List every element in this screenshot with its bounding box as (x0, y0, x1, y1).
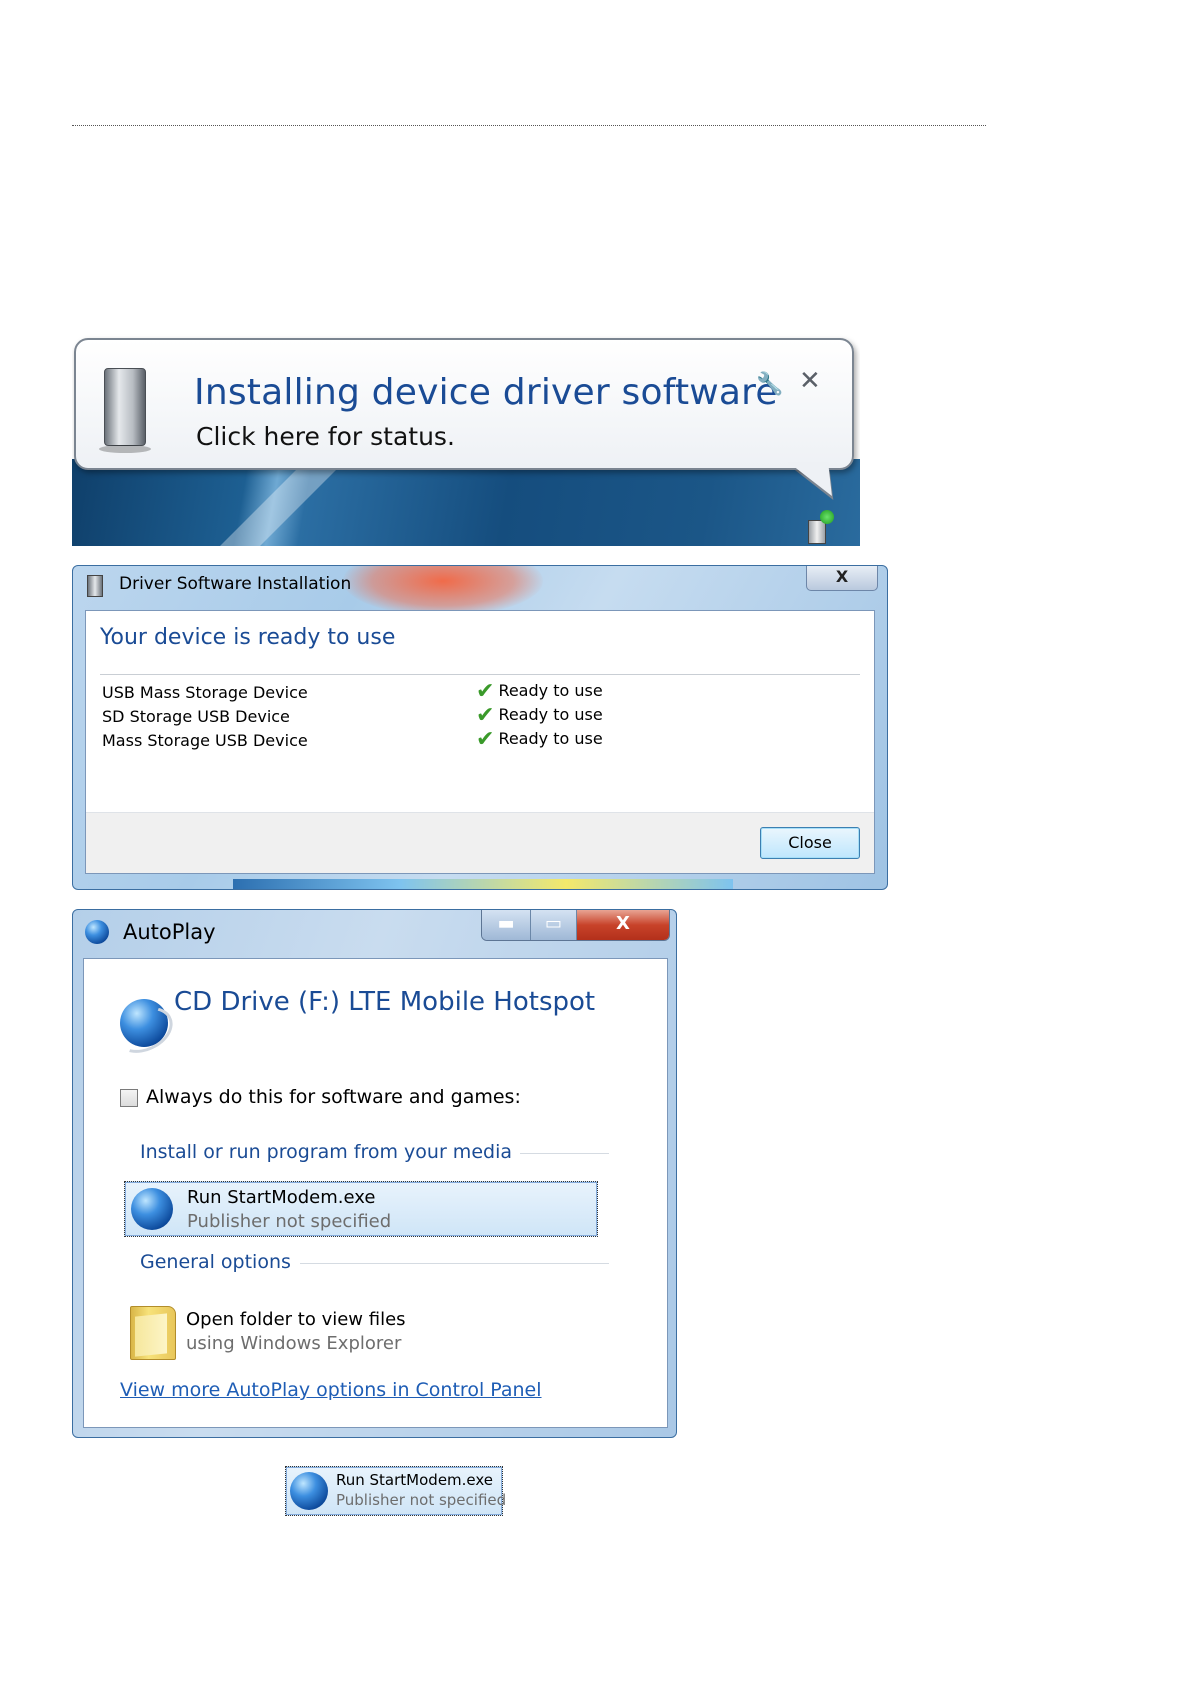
device-name: SD Storage USB Device (102, 707, 290, 726)
group-divider (514, 1153, 609, 1154)
always-do-this-checkbox[interactable] (120, 1089, 138, 1107)
globe-icon (85, 920, 109, 944)
window-controls: ▬ ▭ X (481, 910, 670, 941)
run-program-option[interactable]: Run StartModem.exe Publisher not specifi… (124, 1181, 598, 1237)
status-text: Ready to use (498, 681, 603, 700)
dialog-client-area: CD Drive (F:) LTE Mobile Hotspot Always … (83, 958, 668, 1428)
option-subtitle: Publisher not specified (336, 1491, 507, 1509)
drive-icon (99, 368, 151, 453)
option-subtitle: using Windows Explorer (186, 1333, 402, 1354)
check-icon: ✔ (476, 727, 495, 752)
driver-software-installation-window: Driver Software Installation X Your devi… (72, 565, 888, 890)
device-status: ✔ Ready to use (476, 727, 603, 752)
run-program-option-crop[interactable]: Run StartModem.exe Publisher not specifi… (285, 1466, 507, 1516)
check-icon: ✔ (476, 679, 495, 704)
dialog-heading: CD Drive (F:) LTE Mobile Hotspot (174, 987, 596, 1017)
taskbar (72, 459, 860, 546)
balloon-notification-screenshot: Installing device driver software Click … (72, 334, 860, 546)
drive-icon (87, 575, 103, 597)
group-label-general: General options (140, 1251, 299, 1273)
window-title: Driver Software Installation (119, 574, 352, 594)
globe-swoosh (107, 998, 181, 1062)
tray-drive-icon[interactable] (808, 520, 826, 544)
balloon-notification[interactable]: Installing device driver software Click … (74, 338, 854, 470)
close-icon[interactable]: X (577, 910, 669, 940)
title-bar[interactable]: AutoPlay ▬ ▭ X (73, 910, 676, 946)
group-divider (300, 1263, 609, 1264)
control-panel-link[interactable]: View more AutoPlay options in Control Pa… (120, 1379, 542, 1401)
wrench-icon[interactable]: 🔧 (756, 372, 783, 397)
separator (100, 674, 860, 675)
device-name: USB Mass Storage Device (102, 683, 308, 702)
status-text: Ready to use (498, 729, 603, 748)
option-title: Run StartModem.exe (187, 1187, 376, 1208)
group-label-install: Install or run program from your media (140, 1141, 520, 1163)
device-name: Mass Storage USB Device (102, 731, 308, 750)
tray-status-icon (820, 510, 834, 524)
maximize-button[interactable]: ▭ (531, 910, 577, 940)
taskbar-glow (233, 879, 733, 889)
close-button[interactable]: Close (760, 827, 860, 859)
folder-icon (130, 1306, 176, 1360)
horizontal-rule (72, 125, 986, 126)
globe-icon (290, 1472, 328, 1510)
dialog-heading: Your device is ready to use (100, 625, 396, 650)
device-status: ✔ Ready to use (476, 703, 603, 728)
minimize-button[interactable]: ▬ (482, 910, 531, 940)
open-folder-option[interactable]: Open folder to view files (186, 1309, 406, 1330)
option-title: Run StartModem.exe (336, 1471, 494, 1489)
title-glow (343, 566, 543, 616)
close-icon[interactable]: ✕ (799, 366, 821, 396)
globe-icon (131, 1188, 173, 1230)
status-text: Ready to use (498, 705, 603, 724)
dialog-footer: Close (86, 812, 874, 873)
device-status: ✔ Ready to use (476, 679, 603, 704)
dialog-client-area: Your device is ready to use USB Mass Sto… (85, 610, 875, 874)
autoplay-window: AutoPlay ▬ ▭ X CD Drive (F:) LTE Mobile … (72, 909, 677, 1438)
option-subtitle: Publisher not specified (187, 1211, 392, 1232)
check-icon: ✔ (476, 703, 495, 728)
window-title: AutoPlay (123, 920, 216, 944)
checkbox-label[interactable]: Always do this for software and games: (146, 1086, 521, 1108)
title-bar[interactable]: Driver Software Installation X (73, 566, 887, 616)
balloon-title[interactable]: Installing device driver software (194, 372, 778, 413)
close-icon[interactable]: X (806, 566, 878, 591)
balloon-subtitle[interactable]: Click here for status. (196, 422, 455, 451)
